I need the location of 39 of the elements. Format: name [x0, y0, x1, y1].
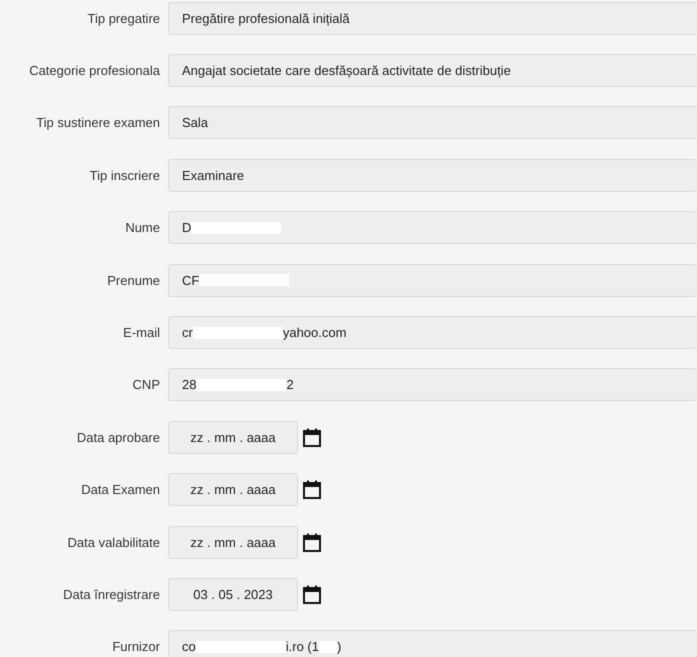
value-text: 2	[286, 377, 294, 392]
calendar-icon[interactable]	[303, 532, 321, 552]
field-label: E-mail	[122, 325, 160, 340]
calendar-icon[interactable]	[303, 584, 321, 604]
value-text: i.ro (1	[286, 639, 319, 654]
date-field[interactable]: zz . mm . aaaa	[168, 526, 298, 559]
field-label: Categorie profesionala	[28, 63, 160, 78]
field-label: CNP	[132, 377, 160, 392]
field-label: Nume	[124, 220, 160, 236]
text-field[interactable]: Pregătire profesională inițială	[168, 2, 697, 35]
value-text: 28	[182, 377, 196, 392]
field-label: Data înregistrare	[62, 586, 160, 602]
field-label: Data Examen	[80, 482, 160, 498]
value-text: cr	[182, 325, 193, 340]
field-label: Tip pregatire	[86, 10, 160, 26]
field-label: Tip sustinere examen	[35, 115, 160, 130]
text-field[interactable]: CF	[168, 264, 697, 297]
text-field[interactable]: D	[168, 211, 697, 244]
text-field[interactable]: cr yahoo.com	[168, 316, 697, 350]
value-text: co	[182, 639, 196, 654]
text-field[interactable]: Examinare	[168, 158, 697, 192]
text-field[interactable]: Sala	[168, 106, 697, 140]
text-field[interactable]: Angajat societate care desfășoară activitate de distribuție	[168, 54, 697, 88]
value-text: D	[182, 220, 192, 236]
date-field[interactable]: 03 . 05 . 2023	[168, 578, 298, 611]
field-label: Data valabilitate	[66, 534, 160, 550]
calendar-icon[interactable]	[303, 480, 321, 500]
text-field[interactable]: co i.ro (1 )	[168, 630, 697, 657]
field-label: Tip inscriere	[88, 168, 160, 183]
value-text: )	[336, 639, 342, 654]
field-label: Furnizor	[111, 639, 160, 654]
calendar-icon[interactable]	[303, 428, 321, 447]
value-text: yahoo.com	[282, 325, 346, 340]
date-field[interactable]: zz . mm . aaaa	[168, 473, 298, 506]
text-field[interactable]: 28 2	[168, 368, 697, 402]
field-label: Prenume	[106, 272, 160, 288]
date-field[interactable]: zz . mm . aaaa	[168, 420, 298, 454]
field-label: Data aprobare	[76, 430, 160, 445]
value-text: CF	[182, 272, 200, 288]
